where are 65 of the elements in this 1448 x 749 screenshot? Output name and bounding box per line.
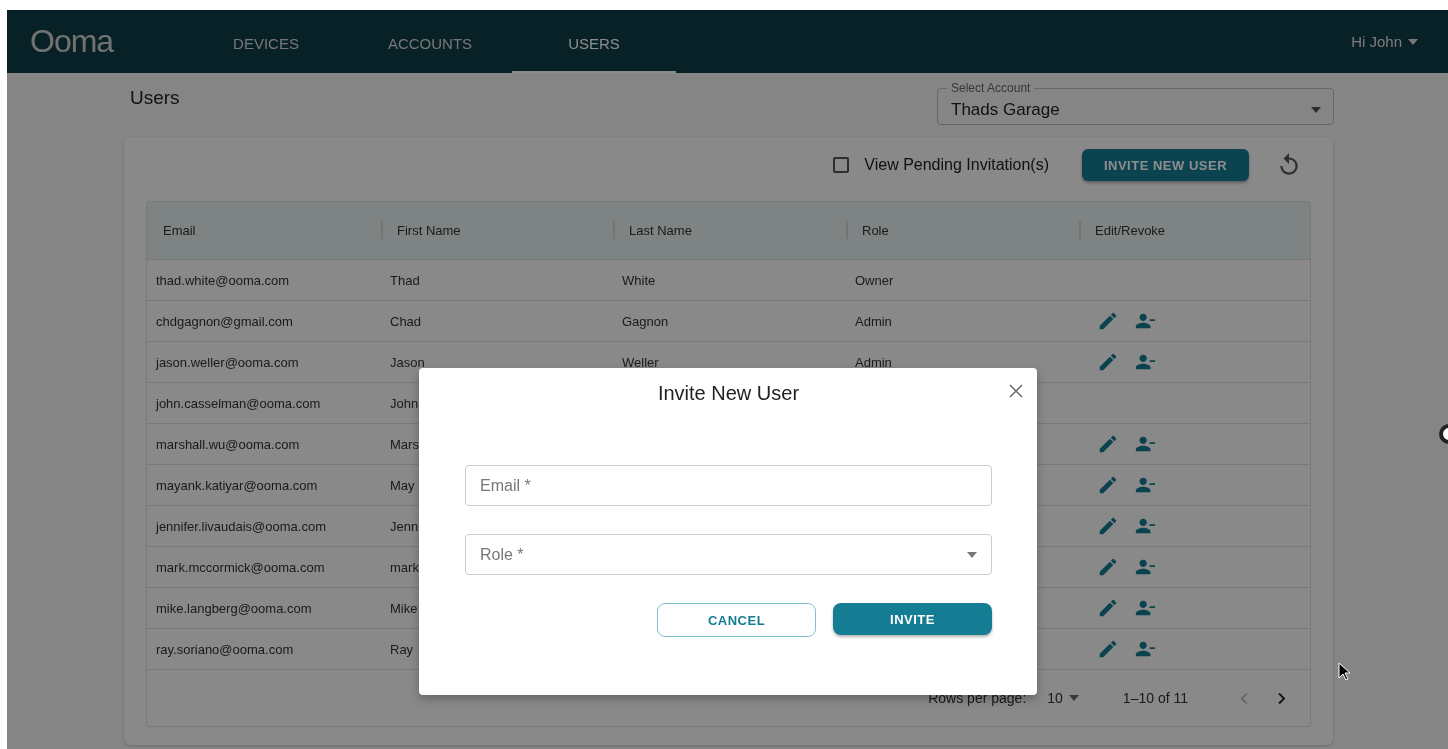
cancel-button[interactable]: CANCEL bbox=[657, 603, 816, 637]
edit-icon[interactable] bbox=[1097, 597, 1119, 619]
table-cell: Mars bbox=[390, 436, 419, 452]
table-cell: May bbox=[390, 477, 415, 493]
close-icon bbox=[1009, 384, 1023, 398]
rows-per-page-select[interactable]: 10 bbox=[1041, 689, 1085, 707]
table-cell: marshall.wu@ooma.com bbox=[156, 436, 300, 452]
page-range: 1–10 of 11 bbox=[1122, 690, 1188, 706]
table-cell: mark bbox=[390, 559, 419, 575]
table-cell: chdgagnon@gmail.com bbox=[156, 313, 293, 329]
table-cell: thad.white@ooma.com bbox=[156, 272, 290, 288]
column-header[interactable]: Email bbox=[147, 223, 381, 238]
table-cell: Weller bbox=[622, 354, 659, 370]
table-cell: Chad bbox=[390, 313, 422, 329]
table-cell: Admin bbox=[855, 313, 892, 329]
column-header[interactable]: First Name bbox=[381, 223, 613, 238]
table-cell: White bbox=[622, 272, 656, 288]
nav-tab[interactable]: ACCOUNTS bbox=[348, 10, 512, 73]
table-cell: ray.soriano@ooma.com bbox=[156, 641, 294, 657]
caret-icon bbox=[1068, 695, 1079, 701]
edit-icon[interactable] bbox=[1097, 638, 1119, 660]
pointer-icon bbox=[1338, 662, 1352, 682]
column-header[interactable]: Edit/Revoke bbox=[1079, 223, 1312, 238]
edit-icon[interactable] bbox=[1097, 351, 1119, 373]
role-select[interactable]: Role * bbox=[465, 534, 992, 575]
caret-icon bbox=[1408, 38, 1418, 45]
edit-icon[interactable] bbox=[1097, 556, 1119, 578]
invite-new-user-button[interactable]: INVITE NEW USER bbox=[1082, 149, 1249, 181]
edit-icon[interactable] bbox=[1097, 515, 1119, 537]
edit-icon[interactable] bbox=[1097, 433, 1119, 455]
logo[interactable]: Ooma bbox=[7, 23, 184, 60]
checkbox-label: View Pending Invitation(s) bbox=[864, 156, 1049, 174]
table-cell: john.casselman@ooma.com bbox=[156, 395, 321, 411]
table-cell: John bbox=[390, 395, 419, 411]
user-menu[interactable]: Hi John bbox=[1345, 32, 1424, 51]
close-button[interactable] bbox=[1009, 384, 1023, 398]
nav-tab[interactable]: DEVICES bbox=[184, 10, 348, 73]
chevron-icon bbox=[1240, 691, 1248, 705]
table-cell: Owner bbox=[855, 272, 894, 288]
table-cell: mike.langberg@ooma.com bbox=[156, 600, 312, 616]
chevron-icon bbox=[1278, 691, 1286, 705]
table-cell: mark.mccormick@ooma.com bbox=[156, 559, 325, 575]
table-cell: Jason bbox=[390, 354, 425, 370]
caret-icon bbox=[1311, 106, 1321, 113]
edit-icon[interactable] bbox=[1097, 310, 1119, 332]
table-cell: Jenn bbox=[390, 518, 419, 534]
caret-icon bbox=[967, 551, 977, 558]
table-cell: jason.weller@ooma.com bbox=[156, 354, 299, 370]
table-cell: Mike bbox=[390, 600, 418, 616]
column-header[interactable]: Role bbox=[846, 223, 1079, 238]
table-cell: Admin bbox=[855, 354, 892, 370]
column-header[interactable]: Last Name bbox=[613, 223, 846, 238]
email-field[interactable]: Email * bbox=[465, 465, 992, 506]
table-cell: Ray bbox=[390, 641, 414, 657]
table-cell: mayank.katiyar@ooma.com bbox=[156, 477, 318, 493]
table-cell: Gagnon bbox=[622, 313, 669, 329]
nav-tab[interactable]: USERS bbox=[512, 10, 676, 73]
table-cell: jennifer.livaudais@ooma.com bbox=[156, 518, 326, 534]
edit-icon[interactable] bbox=[1097, 474, 1119, 496]
checkbox[interactable] bbox=[833, 157, 850, 173]
dialog-title: Invite New User bbox=[656, 382, 801, 405]
invite-button[interactable]: INVITE bbox=[833, 603, 992, 635]
page-title: Users bbox=[130, 87, 180, 109]
table-cell: Thad bbox=[390, 272, 420, 288]
account-select[interactable]: Select Account Thads Garage bbox=[937, 81, 1334, 125]
